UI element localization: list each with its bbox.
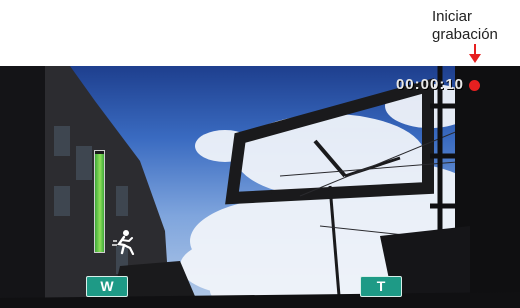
recording-indicator-icon: [469, 80, 480, 91]
record-callout: Iniciar grabación: [432, 8, 520, 44]
camera-viewfinder: 00:00:10 W T: [0, 66, 520, 308]
scene-background: [0, 66, 520, 308]
zoom-level-bar: [94, 150, 105, 253]
callout-line-1: Iniciar: [432, 8, 473, 25]
zoom-tele-button[interactable]: T: [360, 276, 402, 297]
zoom-wide-button[interactable]: W: [86, 276, 128, 297]
callout-line-2: grabación: [432, 26, 498, 43]
sports-mode-icon: [112, 230, 135, 255]
zoom-level-fill: [95, 154, 104, 252]
recording-timer: 00:00:10: [395, 76, 464, 93]
